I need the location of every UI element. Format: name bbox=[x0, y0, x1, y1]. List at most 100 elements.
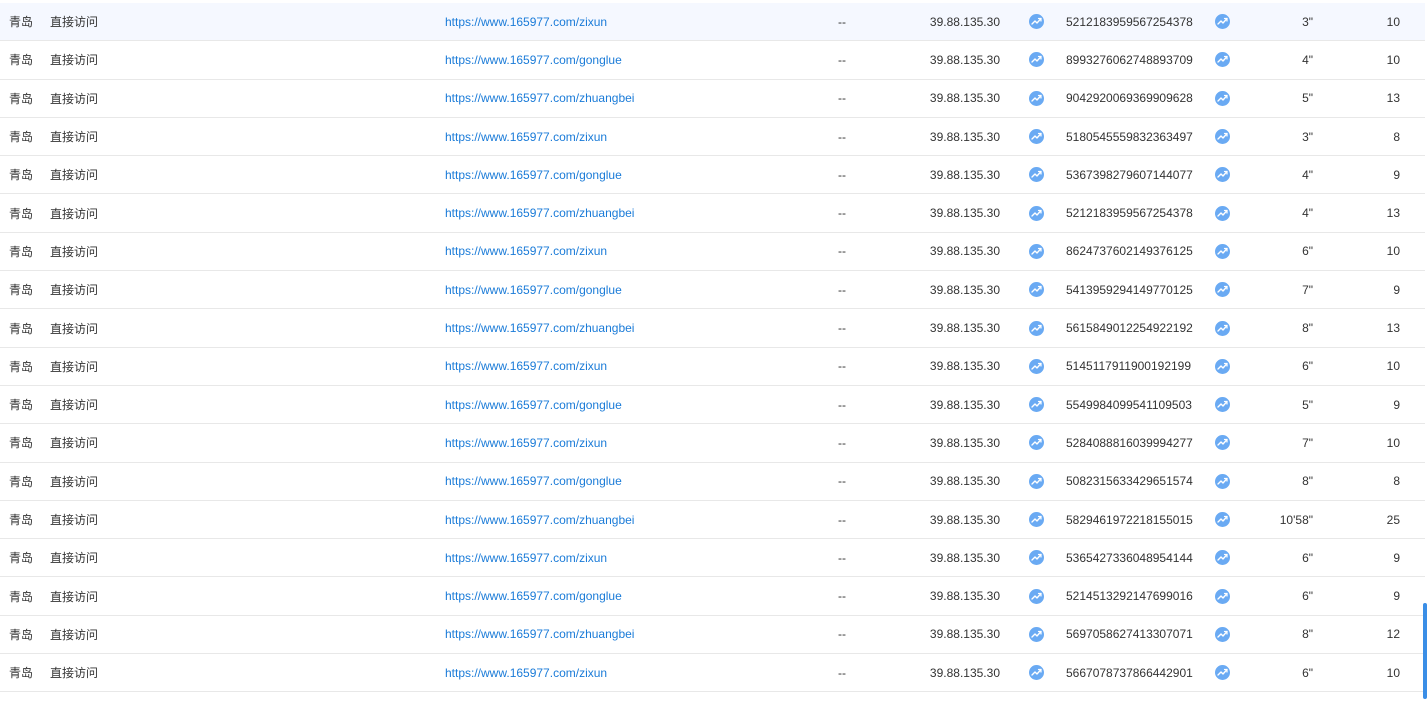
entry-url-link[interactable]: https://www.165977.com/zixun bbox=[445, 348, 607, 385]
trend-chart-icon[interactable] bbox=[1215, 626, 1230, 642]
visitor-trend-button[interactable] bbox=[1215, 156, 1230, 193]
trend-chart-icon[interactable] bbox=[1215, 129, 1230, 145]
trend-chart-icon[interactable] bbox=[1029, 665, 1044, 681]
entry-url-link[interactable]: https://www.165977.com/zhuangbei bbox=[445, 309, 634, 346]
ip-trend-button[interactable] bbox=[1029, 156, 1044, 193]
visitor-trend-button[interactable] bbox=[1215, 348, 1230, 385]
entry-url-link[interactable]: https://www.165977.com/zhuangbei bbox=[445, 501, 634, 538]
trend-chart-icon[interactable] bbox=[1215, 90, 1230, 106]
ip-trend-button[interactable] bbox=[1029, 233, 1044, 270]
visitor-trend-button[interactable] bbox=[1215, 194, 1230, 231]
entry-url-link[interactable]: https://www.165977.com/gonglue bbox=[445, 386, 622, 423]
duration-cell: 6" bbox=[1302, 550, 1313, 565]
entry-url-link[interactable]: https://www.165977.com/zixun bbox=[445, 118, 607, 155]
trend-chart-icon[interactable] bbox=[1029, 129, 1044, 145]
visitor-trend-button[interactable] bbox=[1215, 424, 1230, 461]
visitor-trend-button[interactable] bbox=[1215, 233, 1230, 270]
ip-trend-button[interactable] bbox=[1029, 194, 1044, 231]
trend-chart-icon[interactable] bbox=[1029, 243, 1044, 259]
visitor-trend-button[interactable] bbox=[1215, 309, 1230, 346]
trend-chart-icon[interactable] bbox=[1215, 320, 1230, 336]
trend-chart-icon[interactable] bbox=[1029, 588, 1044, 604]
entry-url-link[interactable]: https://www.165977.com/gonglue bbox=[445, 41, 622, 78]
trend-chart-icon[interactable] bbox=[1215, 550, 1230, 566]
visitor-trend-button[interactable] bbox=[1215, 80, 1230, 117]
ip-trend-button[interactable] bbox=[1029, 271, 1044, 308]
entry-url-link[interactable]: https://www.165977.com/gonglue bbox=[445, 463, 622, 500]
entry-url-link[interactable]: https://www.165977.com/gonglue bbox=[445, 156, 622, 193]
entry-url-link[interactable]: https://www.165977.com/zhuangbei bbox=[445, 80, 634, 117]
visitor-trend-button[interactable] bbox=[1215, 386, 1230, 423]
ip-trend-button[interactable] bbox=[1029, 616, 1044, 653]
trend-chart-icon[interactable] bbox=[1215, 14, 1230, 30]
ip-trend-button[interactable] bbox=[1029, 654, 1044, 691]
trend-chart-icon[interactable] bbox=[1215, 435, 1230, 451]
visitor-trend-button[interactable] bbox=[1215, 118, 1230, 155]
trend-chart-icon[interactable] bbox=[1215, 588, 1230, 604]
entry-url-link[interactable]: https://www.165977.com/zixun bbox=[445, 654, 607, 691]
ip-trend-button[interactable] bbox=[1029, 386, 1044, 423]
trend-chart-icon[interactable] bbox=[1029, 205, 1044, 221]
ip-trend-button[interactable] bbox=[1029, 424, 1044, 461]
ip-trend-button[interactable] bbox=[1029, 348, 1044, 385]
trend-chart-icon[interactable] bbox=[1029, 358, 1044, 374]
visitor-trend-button[interactable] bbox=[1215, 271, 1230, 308]
visitor-id-cell: 5214513292147699016 bbox=[1066, 589, 1193, 604]
visitor-trend-button[interactable] bbox=[1215, 3, 1230, 40]
ip-trend-button[interactable] bbox=[1029, 118, 1044, 155]
scrollbar-thumb[interactable] bbox=[1423, 603, 1427, 699]
visitor-trend-button[interactable] bbox=[1215, 654, 1230, 691]
trend-chart-icon[interactable] bbox=[1029, 52, 1044, 68]
entry-url-link[interactable]: https://www.165977.com/gonglue bbox=[445, 271, 622, 308]
trend-chart-icon[interactable] bbox=[1029, 320, 1044, 336]
trend-chart-icon[interactable] bbox=[1029, 397, 1044, 413]
ip-trend-button[interactable] bbox=[1029, 577, 1044, 614]
trend-chart-icon[interactable] bbox=[1215, 167, 1230, 183]
trend-chart-icon[interactable] bbox=[1215, 473, 1230, 489]
entry-url-link[interactable]: https://www.165977.com/zixun bbox=[445, 539, 607, 576]
visitor-trend-button[interactable] bbox=[1215, 539, 1230, 576]
trend-chart-icon[interactable] bbox=[1215, 512, 1230, 527]
referrer-cell: -- bbox=[838, 359, 846, 374]
ip-trend-button[interactable] bbox=[1029, 539, 1044, 576]
visitor-trend-button[interactable] bbox=[1215, 41, 1230, 78]
visitor-trend-button[interactable] bbox=[1215, 577, 1230, 614]
ip-trend-button[interactable] bbox=[1029, 501, 1044, 538]
vertical-scrollbar[interactable] bbox=[1423, 0, 1427, 702]
entry-url-link[interactable]: https://www.165977.com/zhuangbei bbox=[445, 194, 634, 231]
trend-chart-icon[interactable] bbox=[1029, 550, 1044, 566]
entry-url-link[interactable]: https://www.165977.com/zixun bbox=[445, 3, 607, 40]
trend-chart-icon[interactable] bbox=[1215, 205, 1230, 221]
trend-chart-icon[interactable] bbox=[1215, 665, 1230, 681]
entry-url-link[interactable]: https://www.165977.com/zixun bbox=[445, 233, 607, 270]
trend-chart-icon[interactable] bbox=[1029, 282, 1044, 298]
visitor-trend-button[interactable] bbox=[1215, 463, 1230, 500]
trend-chart-icon[interactable] bbox=[1215, 397, 1230, 413]
visitor-id-cell: 5212183959567254378 bbox=[1066, 14, 1193, 29]
trend-chart-icon[interactable] bbox=[1029, 90, 1044, 106]
trend-chart-icon[interactable] bbox=[1029, 435, 1044, 451]
source-cell: 直接访问 bbox=[50, 91, 99, 106]
entry-url-link[interactable]: https://www.165977.com/zixun bbox=[445, 424, 607, 461]
ip-trend-button[interactable] bbox=[1029, 309, 1044, 346]
trend-chart-icon[interactable] bbox=[1029, 626, 1044, 642]
ip-trend-button[interactable] bbox=[1029, 80, 1044, 117]
trend-chart-icon[interactable] bbox=[1029, 14, 1044, 30]
city-cell: 青岛 bbox=[9, 130, 34, 145]
ip-trend-button[interactable] bbox=[1029, 3, 1044, 40]
trend-chart-icon[interactable] bbox=[1215, 243, 1230, 259]
trend-chart-icon[interactable] bbox=[1215, 282, 1230, 298]
visitor-trend-button[interactable] bbox=[1215, 501, 1230, 538]
entry-url-link[interactable]: https://www.165977.com/zhuangbei bbox=[445, 616, 634, 653]
trend-chart-icon[interactable] bbox=[1029, 473, 1044, 489]
trend-chart-icon[interactable] bbox=[1215, 52, 1230, 68]
trend-chart-icon[interactable] bbox=[1215, 358, 1230, 374]
ip-trend-button[interactable] bbox=[1029, 463, 1044, 500]
visitor-id-cell: 5180545559832363497 bbox=[1066, 129, 1193, 144]
city-cell: 青岛 bbox=[9, 283, 34, 298]
visitor-trend-button[interactable] bbox=[1215, 616, 1230, 653]
ip-trend-button[interactable] bbox=[1029, 41, 1044, 78]
entry-url-link[interactable]: https://www.165977.com/gonglue bbox=[445, 577, 622, 614]
trend-chart-icon[interactable] bbox=[1029, 512, 1044, 527]
trend-chart-icon[interactable] bbox=[1029, 167, 1044, 183]
